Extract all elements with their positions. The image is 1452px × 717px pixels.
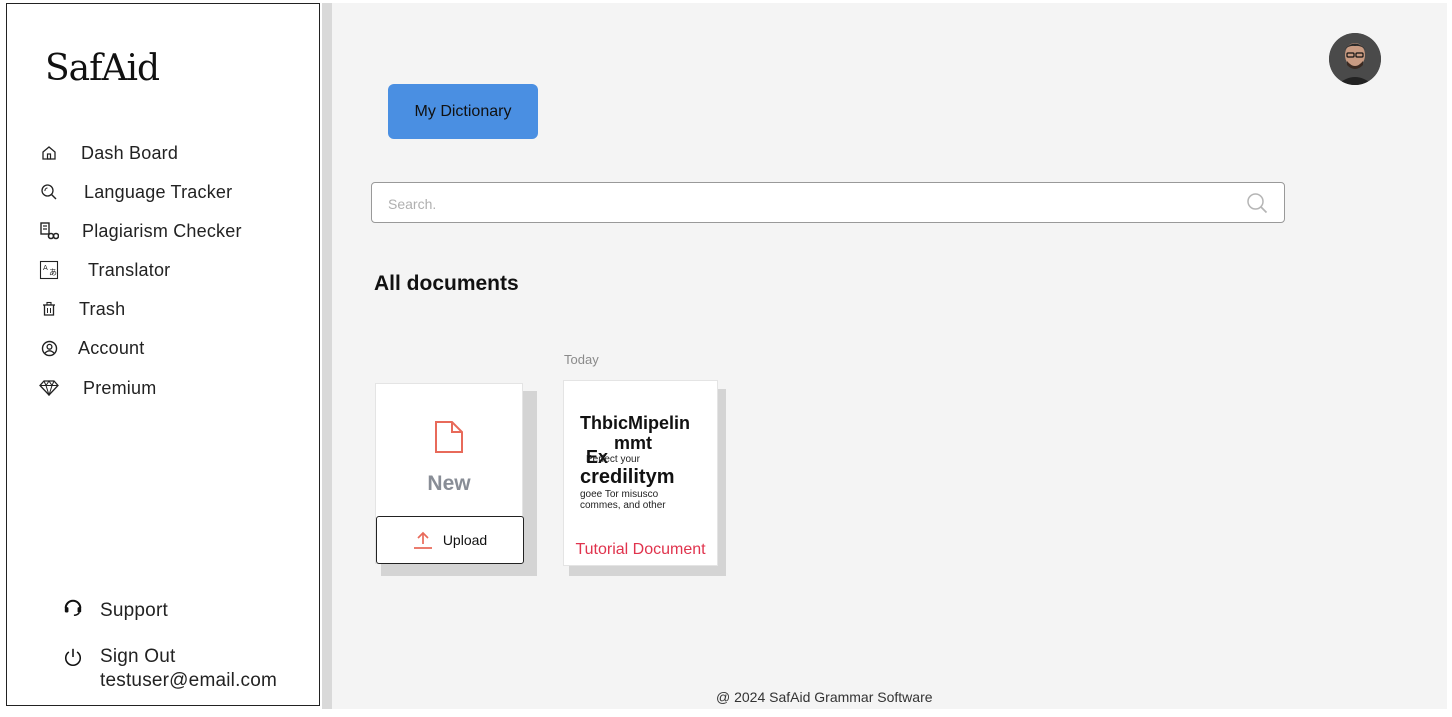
date-group-label: Today (564, 352, 599, 367)
new-label: New (427, 472, 471, 495)
search-bar (371, 182, 1285, 224)
sidebar-item-trash[interactable]: Trash (39, 296, 125, 322)
translate-icon: Aあ (39, 260, 59, 280)
diamond-icon (39, 378, 59, 398)
document-name[interactable]: Tutorial Document (564, 541, 717, 559)
logo-text: SafAid (45, 48, 160, 89)
svg-text:A: A (43, 264, 48, 272)
section-title: All documents (374, 272, 519, 295)
sidebar-item-translator[interactable]: Aあ Translator (39, 257, 170, 283)
main-divider (322, 3, 332, 709)
sidebar-item-label: Plagiarism Checker (82, 220, 242, 241)
search-input[interactable] (386, 183, 1230, 224)
sidebar-item-account[interactable]: Account (39, 335, 144, 361)
sidebar-item-label: Dash Board (81, 142, 179, 163)
support-label: Support (100, 600, 168, 621)
user-circle-icon (39, 338, 59, 358)
sidebar-item-language-tracker[interactable]: Language Tracker (39, 179, 232, 205)
user-email: testuser@email.com (100, 670, 278, 691)
sidebar-item-label: Premium (83, 377, 157, 398)
power-icon (63, 647, 83, 667)
preview-small: Perfect your (586, 454, 640, 465)
sidebar-item-label: Trash (79, 298, 126, 319)
my-dictionary-button[interactable]: My Dictionary (388, 84, 538, 139)
sidebar-item-label: Language Tracker (84, 181, 233, 202)
upload-label: Upload (442, 532, 488, 548)
new-file-icon (434, 420, 464, 459)
search-icon[interactable] (1246, 192, 1268, 214)
svg-text:あ: あ (49, 268, 57, 277)
document-preview: ThbicMipelin mmt Ex Perfect your credili… (580, 413, 710, 511)
signout-label: Sign Out (100, 646, 176, 667)
sidebar-item-plagiarism-checker[interactable]: Plagiarism Checker (39, 218, 242, 244)
new-document-card[interactable]: New Upload (375, 383, 524, 564)
sidebar-item-label: Translator (88, 259, 171, 280)
main-content: My Dictionary All documents Today New Up… (332, 3, 1447, 709)
sidebar-item-premium[interactable]: Premium (39, 375, 156, 401)
upload-button[interactable]: Upload (376, 516, 524, 564)
upload-icon (413, 530, 433, 550)
footer-text: @ 2024 SafAid Grammar Software (716, 689, 933, 705)
home-icon (39, 143, 59, 163)
sidebar-item-signout[interactable]: Sign Out testuser@email.com (63, 645, 277, 693)
sidebar-item-support[interactable]: Support (63, 598, 168, 622)
preview-line: ThbicMipelin (580, 413, 690, 433)
preview-small: commes, and other (580, 500, 666, 511)
document-card[interactable]: ThbicMipelin mmt Ex Perfect your credili… (563, 380, 718, 566)
safaid-logo[interactable]: SafAid (45, 44, 175, 104)
avatar[interactable] (1329, 33, 1381, 85)
sidebar-item-dashboard[interactable]: Dash Board (39, 140, 178, 166)
sidebar-item-label: Account (78, 337, 145, 358)
sidebar: SafAid Dash Board Language Tracker Plagi… (6, 3, 320, 706)
search-magnify-icon (39, 182, 59, 202)
preview-small: goee Tor misusco (580, 489, 659, 500)
trash-icon (39, 299, 59, 319)
preview-line: credilitym (580, 466, 675, 488)
headset-icon (63, 598, 83, 618)
plagiarism-icon (39, 221, 59, 241)
